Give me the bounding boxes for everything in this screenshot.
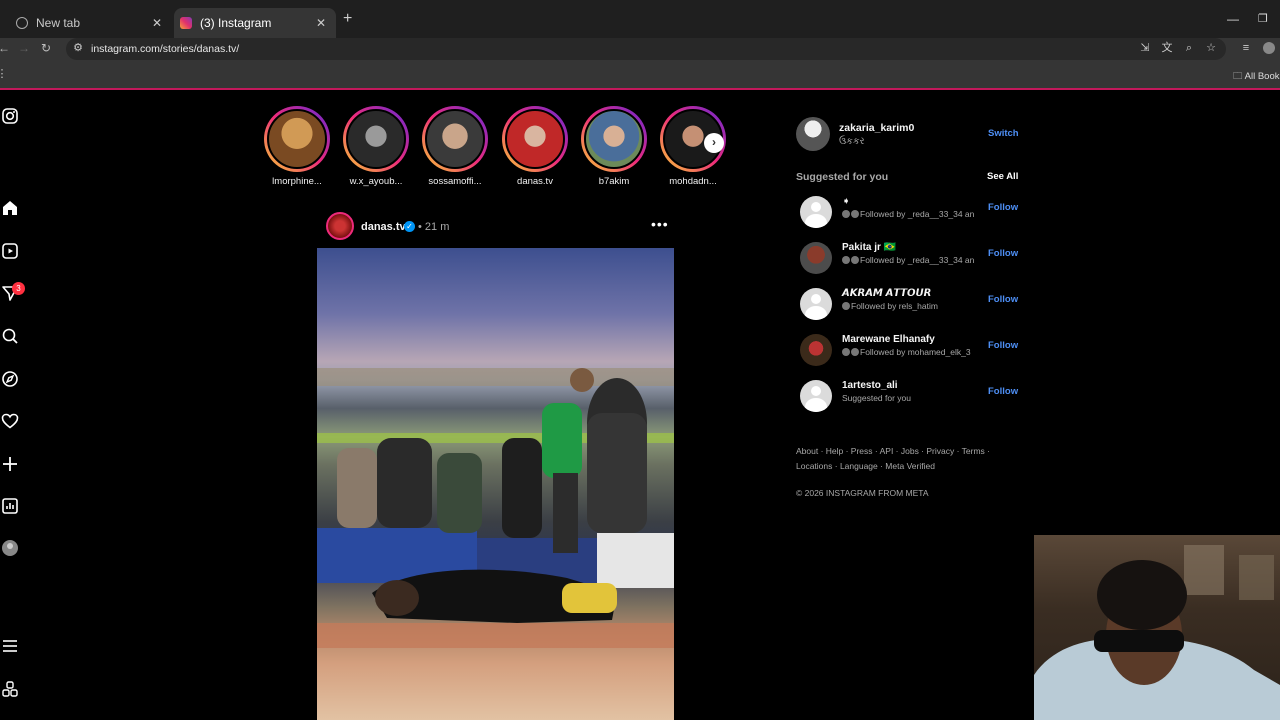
story-item[interactable]: sossamoffi... [421, 106, 489, 187]
reload-icon[interactable]: ↻ [41, 41, 51, 55]
address-bar[interactable] [66, 38, 1226, 60]
reels-icon[interactable] [1, 242, 19, 260]
browser-tab-bar: New tab ✕ (3) Instagram ✕ + — ❐ [0, 0, 1280, 38]
suggestion-meta: Followed by mohamed_elk_3 [842, 347, 971, 357]
profile-avatar-icon[interactable] [1, 539, 19, 557]
story-item[interactable]: danas.tv [501, 106, 569, 187]
suggested-title: Suggested for you [796, 171, 889, 183]
footer-links[interactable]: About · Help · Press · API · Jobs · Priv… [796, 444, 1006, 474]
restore-icon[interactable]: ❐ [1258, 12, 1268, 25]
story-item[interactable]: lmorphine... [263, 106, 331, 187]
apps-icon[interactable]: ⋮ [0, 68, 8, 80]
tab-label: (3) Instagram [200, 16, 272, 30]
tab-new-tab[interactable]: New tab ✕ [0, 8, 172, 38]
webcam-person [1034, 545, 1280, 720]
suggestion-avatar[interactable] [800, 380, 832, 412]
install-app-icon[interactable]: ⇲ [1139, 42, 1151, 54]
story-username: sossamoffi... [428, 176, 482, 187]
suggestion-username[interactable]: 1artesto_ali [842, 380, 898, 391]
instagram-logo-icon[interactable] [1, 107, 19, 125]
page-accent-bar [0, 88, 1280, 90]
translate-icon[interactable]: 文 [1161, 42, 1173, 54]
all-bookmarks[interactable]: 🗀 All Book [1233, 69, 1279, 85]
story-item[interactable]: b7akim [580, 106, 648, 187]
tab-search-icon[interactable]: ≡ [1240, 42, 1252, 54]
follow-button[interactable]: Follow [988, 340, 1018, 351]
suggestion-username[interactable]: ➧ [842, 196, 850, 207]
verified-badge-icon: ✓ [404, 221, 415, 232]
see-all-link[interactable]: See All [987, 171, 1018, 182]
suggestion-row: 𝘼𝙆𝙍𝘼𝙈 𝘼𝙏𝙏𝙊𝙐𝙍 Followed by rels_hatim Foll… [798, 286, 1018, 322]
tab-label: New tab [36, 16, 81, 30]
suggestion-meta: Followed by _reda__33_34 an [842, 255, 974, 265]
current-user-fullname: ઉકકર [839, 136, 865, 147]
follow-button[interactable]: Follow [988, 202, 1018, 213]
suggestion-username[interactable]: Marewane Elhanafy [842, 334, 935, 345]
explore-icon[interactable] [1, 370, 19, 388]
menu-hamburger-icon[interactable] [1, 637, 19, 655]
profile-avatar-icon[interactable] [1263, 42, 1275, 54]
suggestion-avatar[interactable] [800, 334, 832, 366]
follow-button[interactable]: Follow [988, 248, 1018, 259]
follow-button[interactable]: Follow [988, 294, 1018, 305]
suggestion-meta: Followed by _reda__33_34 an [842, 209, 974, 219]
story-username: lmorphine... [272, 176, 322, 187]
heart-icon[interactable] [1, 412, 19, 430]
zoom-icon[interactable]: ⌕ [1183, 42, 1195, 54]
dashboard-icon[interactable] [1, 497, 19, 515]
suggestion-meta: Suggested for you [842, 393, 911, 403]
stories-next-button[interactable]: › [704, 133, 724, 153]
story-item[interactable]: w.x_ayoub... [342, 106, 410, 187]
current-username[interactable]: zakaria_karim0 [839, 122, 914, 134]
story-username: w.x_ayoub... [349, 176, 403, 187]
suggestion-row: ➧ Followed by _reda__33_34 an Follow [798, 194, 1018, 230]
post-author-avatar[interactable] [326, 212, 354, 240]
bookmark-star-icon[interactable]: ☆ [1205, 42, 1217, 54]
post-time: • 21 m [418, 221, 450, 233]
switch-account-button[interactable]: Switch [988, 128, 1019, 139]
also-from-meta-icon[interactable] [1, 680, 19, 698]
minimize-icon[interactable]: — [1227, 12, 1239, 26]
suggestion-username[interactable]: 𝘼𝙆𝙍𝘼𝙈 𝘼𝙏𝙏𝙊𝙐𝙍 [842, 288, 931, 299]
copyright: © 2026 INSTAGRAM FROM META [796, 488, 929, 498]
current-user-avatar[interactable] [796, 117, 830, 151]
webcam-overlay [1034, 535, 1280, 720]
forward-icon[interactable]: → [18, 41, 30, 55]
suggestion-row: 1artesto_ali Suggested for you Follow [798, 378, 1018, 414]
url-text: instagram.com/stories/danas.tv/ [91, 43, 240, 55]
home-icon[interactable] [1, 199, 19, 217]
stadium-scene [317, 368, 674, 648]
suggestion-username[interactable]: Pakita jr 🇧🇷 [842, 242, 896, 253]
tab-instagram[interactable]: (3) Instagram ✕ [174, 8, 336, 38]
close-tab-icon[interactable]: ✕ [316, 16, 326, 30]
new-tab-button[interactable]: + [343, 10, 352, 28]
suggestion-row: Marewane Elhanafy Followed by mohamed_el… [798, 332, 1018, 368]
suggestion-avatar[interactable] [800, 288, 832, 320]
instagram-favicon-icon [180, 17, 192, 29]
follow-button[interactable]: Follow [988, 386, 1018, 397]
post-more-options-icon[interactable]: ••• [651, 216, 669, 232]
site-info-icon[interactable]: ⚙ [72, 42, 84, 54]
bookmarks-bar [0, 62, 1280, 88]
suggestion-avatar[interactable] [800, 196, 832, 228]
search-icon[interactable] [1, 327, 19, 345]
post-username[interactable]: danas.tv [361, 221, 406, 233]
story-username: mohdadn... [669, 176, 717, 187]
globe-icon [16, 17, 28, 29]
back-icon[interactable]: ← [0, 41, 10, 55]
suggestion-row: Pakita jr 🇧🇷 Followed by _reda__33_34 an… [798, 240, 1018, 276]
post-image[interactable] [317, 248, 674, 720]
messages-badge: 3 [12, 282, 25, 295]
create-plus-icon[interactable] [1, 455, 19, 473]
suggestion-meta: Followed by rels_hatim [842, 301, 938, 311]
suggestion-avatar[interactable] [800, 242, 832, 274]
close-tab-icon[interactable]: ✕ [152, 16, 162, 30]
story-username: danas.tv [517, 176, 553, 187]
story-username: b7akim [598, 176, 630, 187]
